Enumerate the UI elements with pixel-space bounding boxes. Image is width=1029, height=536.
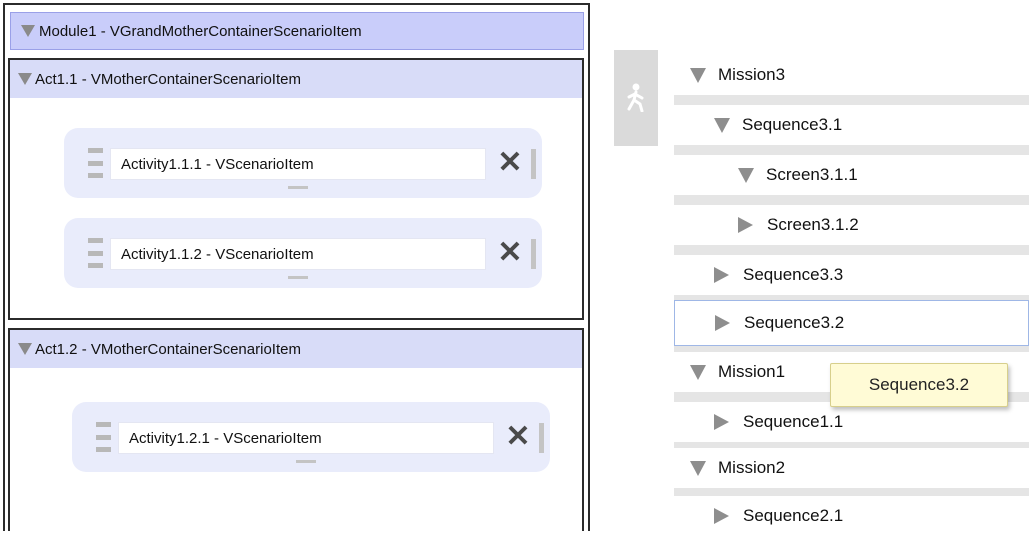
expand-triangle-icon[interactable] <box>714 117 730 133</box>
drag-handle-icon[interactable] <box>88 148 103 178</box>
close-icon[interactable]: ✕ <box>496 147 524 179</box>
separator <box>674 245 1029 255</box>
tree-item-label: Mission3 <box>718 65 786 84</box>
act-header[interactable]: Act1.1 - VMotherContainerScenarioItem <box>10 60 582 98</box>
tree-item-label: Mission1 <box>718 362 786 381</box>
act-container: Act1.2 - VMotherContainerScenarioItem Ac… <box>8 328 584 531</box>
tree-item-label: Screen3.1.1 <box>766 165 858 184</box>
tree-item-screen3-1-2[interactable]: Screen3.1.2 <box>674 205 1029 245</box>
resize-handle-bottom[interactable] <box>288 186 308 189</box>
tooltip-text: Sequence3.2 <box>868 375 970 394</box>
expand-triangle-icon[interactable] <box>690 67 706 83</box>
separator <box>674 145 1029 155</box>
tree-item-label: Sequence3.3 <box>743 265 844 284</box>
tree-item-label: Sequence3.1 <box>742 115 843 134</box>
close-icon[interactable]: ✕ <box>504 421 532 453</box>
act-container: Act1.1 - VMotherContainerScenarioItem Ac… <box>8 58 584 320</box>
activity-label: Activity1.1.1 - VScenarioItem <box>121 155 314 173</box>
tree-item-sequence3-3[interactable]: Sequence3.3 <box>674 255 1029 295</box>
drag-handle-icon[interactable] <box>96 422 111 452</box>
tree-item-label: Sequence2.1 <box>743 506 844 525</box>
tree-item-label: Screen3.1.2 <box>767 215 859 234</box>
activity-label: Activity1.1.2 - VScenarioItem <box>121 245 314 263</box>
tree-item-sequence3-2[interactable]: Sequence3.2 <box>674 300 1029 346</box>
expand-triangle-icon[interactable] <box>714 267 729 283</box>
act-label: Act1.1 - VMotherContainerScenarioItem <box>35 70 301 88</box>
activity-label: Activity1.2.1 - VScenarioItem <box>129 429 322 447</box>
expand-triangle-icon[interactable] <box>690 460 706 476</box>
expand-triangle-icon[interactable] <box>714 508 729 524</box>
resize-handle[interactable] <box>531 149 536 179</box>
tree-item-sequence2-1[interactable]: Sequence2.1 <box>674 496 1029 536</box>
tree-item-mission3[interactable]: Mission3 <box>674 55 1029 95</box>
separator <box>674 195 1029 205</box>
activity-item[interactable]: Activity1.2.1 - VScenarioItem ✕ <box>72 402 550 472</box>
collapse-triangle-icon[interactable] <box>18 73 32 85</box>
activity-item[interactable]: Activity1.1.1 - VScenarioItem ✕ <box>64 128 542 198</box>
close-icon[interactable]: ✕ <box>496 237 524 269</box>
resize-handle-bottom[interactable] <box>296 460 316 463</box>
resize-handle-bottom[interactable] <box>288 276 308 279</box>
tree-item-screen3-1-1[interactable]: Screen3.1.1 <box>674 155 1029 195</box>
drag-handle-icon[interactable] <box>88 238 103 268</box>
tooltip: Sequence3.2 <box>830 363 1008 407</box>
activity-name-field[interactable]: Activity1.1.1 - VScenarioItem <box>110 148 486 180</box>
expand-triangle-icon[interactable] <box>714 414 729 430</box>
expand-triangle-icon[interactable] <box>738 217 753 233</box>
module-label: Module1 - VGrandMotherContainerScenarioI… <box>39 22 362 40</box>
expand-triangle-icon[interactable] <box>715 315 730 331</box>
expand-triangle-icon[interactable] <box>738 167 754 183</box>
act-header[interactable]: Act1.2 - VMotherContainerScenarioItem <box>10 330 582 368</box>
tree-item-label: Sequence3.2 <box>744 313 845 332</box>
collapse-triangle-icon[interactable] <box>18 343 32 355</box>
resize-handle[interactable] <box>539 423 544 453</box>
tree-item-mission2[interactable]: Mission2 <box>674 448 1029 488</box>
module-header[interactable]: Module1 - VGrandMotherContainerScenarioI… <box>10 12 584 50</box>
tree-item-sequence1-1[interactable]: Sequence1.1 <box>674 402 1029 442</box>
act-label: Act1.2 - VMotherContainerScenarioItem <box>35 340 301 358</box>
tree-item-sequence3-1[interactable]: Sequence3.1 <box>674 105 1029 145</box>
activity-item[interactable]: Activity1.1.2 - VScenarioItem ✕ <box>64 218 542 288</box>
activity-name-field[interactable]: Activity1.2.1 - VScenarioItem <box>118 422 494 454</box>
tree-item-label: Mission2 <box>718 458 786 477</box>
toolbox-item[interactable] <box>614 50 658 146</box>
running-person-icon <box>627 83 644 112</box>
separator <box>674 95 1029 105</box>
resize-handle[interactable] <box>531 239 536 269</box>
activity-name-field[interactable]: Activity1.1.2 - VScenarioItem <box>110 238 486 270</box>
tree-item-label: Sequence1.1 <box>743 412 844 431</box>
collapse-triangle-icon[interactable] <box>21 25 35 37</box>
expand-triangle-icon[interactable] <box>690 364 706 380</box>
